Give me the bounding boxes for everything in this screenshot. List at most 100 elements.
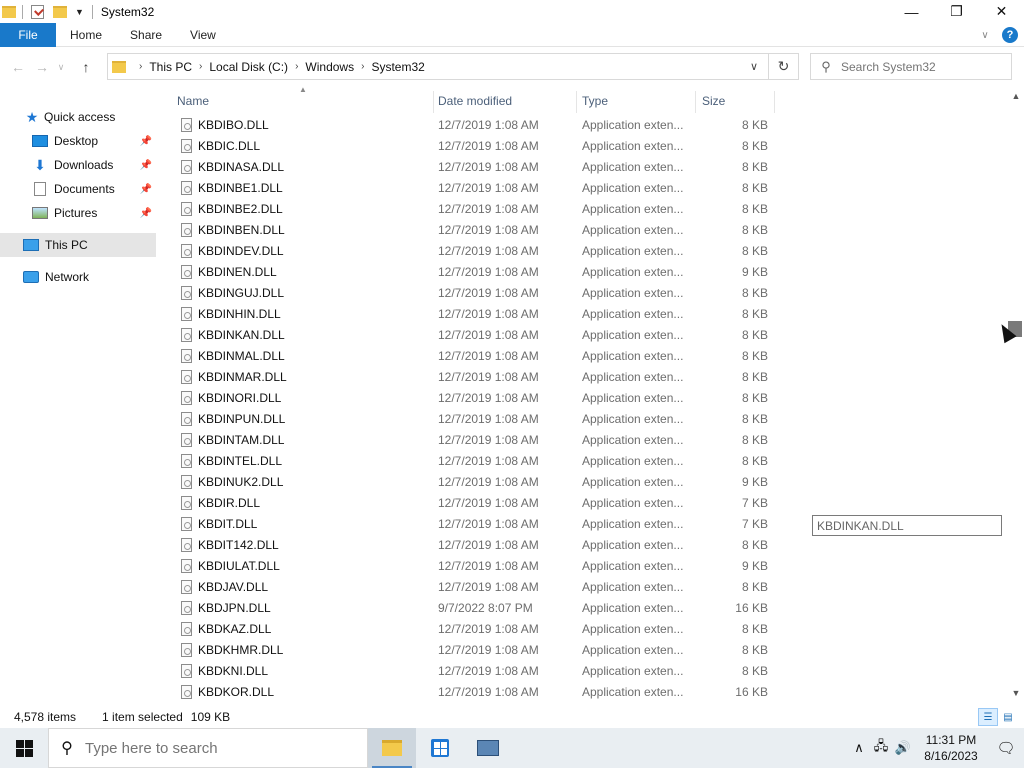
- file-name: KBDKHMR.DLL: [198, 643, 284, 657]
- table-row[interactable]: KBDJAV.DLL 12/7/2019 1:08 AM Application e…: [176, 577, 776, 598]
- nav-item-this-pc[interactable]: This PC: [0, 233, 156, 257]
- volume-icon[interactable]: 🔊: [892, 740, 914, 756]
- close-button[interactable]: ✕: [979, 0, 1024, 23]
- table-row[interactable]: KBDINASA.DLL 12/7/2019 1:08 AM Application…: [176, 157, 776, 178]
- file-name: KBDKAZ.DLL: [198, 622, 272, 636]
- nav-item-desktop[interactable]: Desktop 📌: [0, 129, 156, 153]
- table-row[interactable]: KBDINDEV.DLL 12/7/2019 1:08 AM Application…: [176, 241, 776, 262]
- show-hidden-icons-icon[interactable]: ∧: [848, 740, 870, 756]
- up-button[interactable]: ↑: [74, 55, 98, 79]
- breadcrumb-local-disk[interactable]: Local Disk (C:): [209, 60, 288, 74]
- search-box[interactable]: ⚲: [810, 53, 1012, 80]
- table-row[interactable]: KBDIBO.DLL 12/7/2019 1:08 AM Application e…: [176, 115, 776, 136]
- customize-toolbar-dropdown-icon[interactable]: ▼: [75, 7, 84, 17]
- help-icon[interactable]: ?: [1002, 27, 1018, 43]
- nav-item-network[interactable]: Network: [0, 265, 156, 289]
- table-row[interactable]: KBDINTAM.DLL 12/7/2019 1:08 AM Application…: [176, 430, 776, 451]
- column-divider[interactable]: [576, 91, 577, 113]
- table-row[interactable]: KBDIC.DLL 12/7/2019 1:08 AM Application ex…: [176, 136, 776, 157]
- column-header-size[interactable]: Size: [702, 87, 774, 115]
- start-button[interactable]: [0, 728, 48, 768]
- table-row[interactable]: KBDKAZ.DLL 12/7/2019 1:08 AM Application e…: [176, 619, 776, 640]
- clock[interactable]: 11:31 PM 8/16/2023: [914, 732, 988, 764]
- breadcrumb-system32[interactable]: System32: [371, 60, 424, 74]
- table-row[interactable]: KBDINBE2.DLL 12/7/2019 1:08 AM Application…: [176, 199, 776, 220]
- new-folder-icon[interactable]: [53, 5, 67, 18]
- table-row[interactable]: KBDIT142.DLL 12/7/2019 1:08 AM Application…: [176, 535, 776, 556]
- table-row[interactable]: KBDIR.DLL 12/7/2019 1:08 AM Application ex…: [176, 493, 776, 514]
- network-status-icon[interactable]: 🖧: [870, 737, 892, 759]
- table-row[interactable]: KBDKHMR.DLL 12/7/2019 1:08 AM Application …: [176, 640, 776, 661]
- table-row[interactable]: KBDINEN.DLL 12/7/2019 1:08 AM Application …: [176, 262, 776, 283]
- expand-ribbon-icon[interactable]: ∨: [974, 30, 996, 41]
- table-row[interactable]: KBDINORI.DLL 12/7/2019 1:08 AM Application…: [176, 388, 776, 409]
- dll-file-icon: [181, 454, 192, 468]
- details-view-icon[interactable]: ☰: [978, 708, 998, 726]
- table-row[interactable]: KBDINBEN.DLL 12/7/2019 1:08 AM Application…: [176, 220, 776, 241]
- breadcrumb-windows[interactable]: Windows: [305, 60, 354, 74]
- table-row[interactable]: KBDINTEL.DLL 12/7/2019 1:08 AM Application…: [176, 451, 776, 472]
- address-bar[interactable]: › This PC › Local Disk (C:) › Windows › …: [107, 53, 799, 80]
- tab-home[interactable]: Home: [56, 28, 116, 42]
- taskbar-search-input[interactable]: [85, 739, 355, 757]
- restore-button[interactable]: ❐: [934, 0, 979, 23]
- taskbar-store[interactable]: [416, 728, 464, 768]
- forward-button[interactable]: →: [30, 55, 54, 79]
- notifications-icon[interactable]: 🗨: [988, 728, 1024, 768]
- chevron-right-icon[interactable]: ›: [199, 61, 202, 72]
- table-row[interactable]: KBDIULAT.DLL 12/7/2019 1:08 AM Application…: [176, 556, 776, 577]
- rename-textbox[interactable]: [812, 515, 1002, 536]
- table-row[interactable]: KBDKNI.DLL 12/7/2019 1:08 AM Application e…: [176, 661, 776, 682]
- pin-icon: 📌: [139, 135, 152, 147]
- table-row[interactable]: KBDINHIN.DLL 12/7/2019 1:08 AM Application…: [176, 304, 776, 325]
- vertical-scrollbar[interactable]: ▲ ▼: [1008, 87, 1024, 706]
- chevron-right-icon[interactable]: ›: [361, 61, 364, 72]
- table-row[interactable]: KBDINMAL.DLL 12/7/2019 1:08 AM Application…: [176, 346, 776, 367]
- refresh-icon[interactable]: ↻: [768, 54, 798, 79]
- pin-icon: 📌: [139, 207, 152, 219]
- nav-item-quick-access[interactable]: ★ Quick access: [0, 105, 156, 129]
- table-row[interactable]: KBDJPN.DLL 9/7/2022 8:07 PM Application ex…: [176, 598, 776, 619]
- file-name: KBDINUK2.DLL: [198, 475, 284, 489]
- table-row[interactable]: KBDINPUN.DLL 12/7/2019 1:08 AM Application…: [176, 409, 776, 430]
- large-icons-view-icon[interactable]: ▤: [998, 708, 1018, 726]
- tab-view[interactable]: View: [176, 28, 230, 42]
- address-dropdown-icon[interactable]: ∨: [742, 54, 766, 79]
- table-row[interactable]: KBDINKAN.DLL 12/7/2019 1:08 AM Application…: [176, 325, 776, 346]
- taskbar-search[interactable]: ⚲: [48, 728, 368, 768]
- breadcrumb-this-pc[interactable]: This PC: [149, 60, 192, 74]
- chevron-right-icon[interactable]: ›: [295, 61, 298, 72]
- table-row[interactable]: KBDINMAR.DLL 12/7/2019 1:08 AM Application…: [176, 367, 776, 388]
- scroll-down-icon[interactable]: ▼: [1008, 688, 1024, 704]
- search-input[interactable]: [841, 59, 1001, 74]
- nav-item-downloads[interactable]: ⬇ Downloads 📌: [0, 153, 156, 177]
- minimize-button[interactable]: —: [889, 0, 934, 23]
- scroll-up-icon[interactable]: ▲: [1008, 91, 1024, 107]
- column-header-name[interactable]: Name ▲: [177, 85, 433, 115]
- nav-item-documents[interactable]: Documents 📌: [0, 177, 156, 201]
- recent-locations-button[interactable]: ∨: [54, 55, 68, 79]
- file-name: KBDIT.DLL: [198, 517, 258, 531]
- column-divider[interactable]: [695, 91, 696, 113]
- tab-share[interactable]: Share: [116, 28, 176, 42]
- column-divider[interactable]: [433, 91, 434, 113]
- column-divider[interactable]: [774, 91, 775, 113]
- back-button[interactable]: ←: [6, 55, 30, 79]
- file-type: Application exten...: [582, 139, 684, 153]
- properties-icon[interactable]: [31, 4, 44, 19]
- tab-file[interactable]: File: [0, 22, 56, 47]
- table-row[interactable]: KBDINBE1.DLL 12/7/2019 1:08 AM Application…: [176, 178, 776, 199]
- taskbar-server-manager[interactable]: [464, 728, 512, 768]
- column-header-type[interactable]: Type: [582, 87, 694, 115]
- table-row[interactable]: KBDKOR.DLL 12/7/2019 1:08 AM Application e…: [176, 682, 776, 703]
- table-row[interactable]: KBDINGUJ.DLL 12/7/2019 1:08 AM Application…: [176, 283, 776, 304]
- chevron-right-icon[interactable]: ›: [139, 61, 142, 72]
- file-date-modified: 12/7/2019 1:08 AM: [438, 328, 539, 342]
- table-row[interactable]: KBDINUK2.DLL 12/7/2019 1:08 AM Application…: [176, 472, 776, 493]
- column-header-date[interactable]: Date modified: [438, 87, 576, 115]
- dll-file-icon: [181, 538, 192, 552]
- table-row[interactable]: KBDIT.DLL 12/7/2019 1:08 AM Application ex…: [176, 514, 776, 535]
- file-explorer-icon: [382, 740, 402, 756]
- taskbar-file-explorer[interactable]: [368, 728, 416, 768]
- nav-item-pictures[interactable]: Pictures 📌: [0, 201, 156, 225]
